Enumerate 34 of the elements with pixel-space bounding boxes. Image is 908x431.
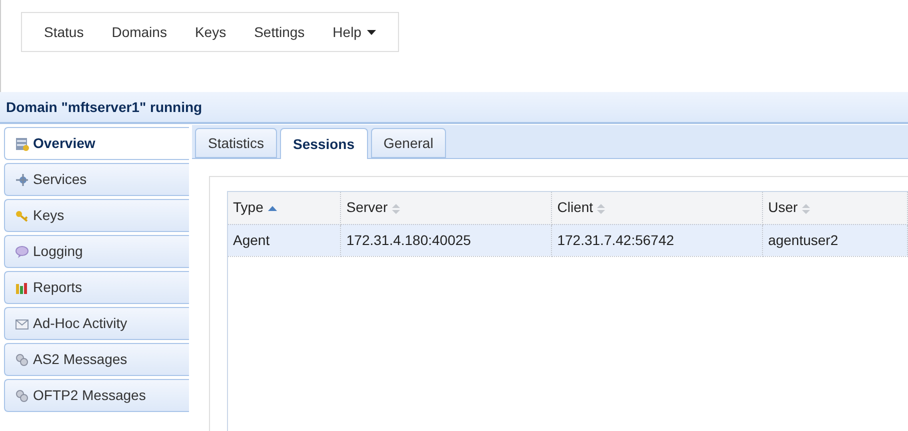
sidebar-item[interactable]: Services xyxy=(4,163,189,196)
sidebar-item[interactable]: AS2 Messages xyxy=(4,343,189,376)
nav-link[interactable]: Settings xyxy=(240,22,319,42)
sidebar-item[interactable]: Overview xyxy=(4,127,189,160)
table-cell: 172.31.4.180:40025 xyxy=(340,224,552,256)
table-cell: agentuser2 xyxy=(762,224,908,256)
column-header[interactable]: Type xyxy=(228,192,341,224)
key-icon xyxy=(15,208,29,222)
tab[interactable]: Statistics xyxy=(195,128,278,158)
column-header[interactable]: Server xyxy=(340,192,552,224)
nav-link[interactable]: Help xyxy=(318,22,390,42)
server-icon xyxy=(15,136,29,150)
table-cell: Agent xyxy=(228,224,341,256)
caret-icon xyxy=(367,30,376,34)
column-header[interactable]: User xyxy=(762,192,908,224)
nav-link[interactable]: Keys xyxy=(180,22,240,42)
sidebar-item[interactable]: Reports xyxy=(4,271,189,304)
table-cell: 172.31.7.42:56742 xyxy=(552,224,763,256)
domain-header: Domain "mftserver1" running xyxy=(0,92,908,124)
sidebar-item[interactable]: OFTP2 Messages xyxy=(4,379,189,412)
sidebar-item[interactable]: Ad-Hoc Activity xyxy=(4,307,189,340)
sidebar-item[interactable]: Logging xyxy=(4,235,189,268)
envelope-icon xyxy=(15,316,29,330)
chat-bubbles-icon xyxy=(15,352,29,366)
sidebar-item[interactable]: Keys xyxy=(4,199,189,232)
speech-bubble-icon xyxy=(15,244,29,258)
tab[interactable]: General xyxy=(370,128,446,158)
column-header[interactable]: Client xyxy=(552,192,763,224)
tab[interactable]: Sessions xyxy=(280,128,368,159)
gear-icon xyxy=(15,172,29,186)
nav-link[interactable]: Domains xyxy=(98,22,181,42)
chat-bubbles-icon xyxy=(15,388,29,402)
bar-chart-icon xyxy=(15,280,29,294)
nav-link[interactable]: Status xyxy=(30,22,98,42)
